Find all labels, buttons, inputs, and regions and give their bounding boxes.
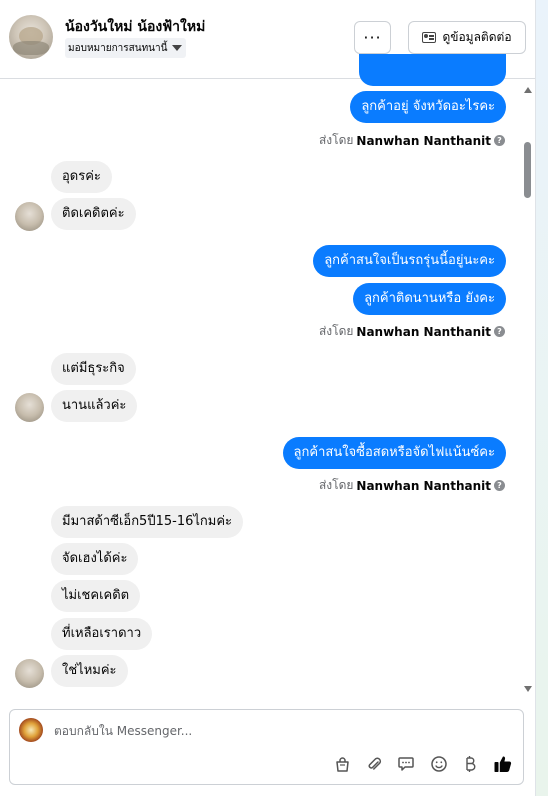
message-bubble-incoming: ไม่เชคเคดิต [51,580,141,612]
help-icon[interactable]: ? [494,326,505,337]
sent-by-prefix: ส่งโดย [318,478,354,492]
message-bubble-outgoing: ลูกค้าติดนานหรือ ยังคะ [353,283,506,315]
message-bubble-incoming: ใช่ไหมค่ะ [51,655,128,687]
assign-conversation-dropdown[interactable]: มอบหมายการสนทนานี้ [65,38,187,58]
paperclip-icon[interactable] [364,754,384,774]
reply-composer [9,709,524,785]
window-edge [535,0,548,796]
contact-card-icon [422,32,437,43]
scrollbar-thumb[interactable] [524,142,531,198]
message-bubble-outgoing: ลูกค้าสนใจเป็นรถรุ่นนี้อยู่นะคะ [313,245,506,277]
message-bubble-outgoing: ลูกค้าสนใจซื้อสดหรือจัดไฟแน้นซ์คะ [282,437,506,469]
scroll-down-arrow-icon[interactable] [524,686,532,692]
speech-bubble-icon[interactable] [396,754,416,774]
message-bubble-incoming: ติดเคดิตค่ะ [51,198,136,230]
sent-by-prefix: ส่งโดย [318,133,354,147]
page-avatar[interactable] [9,15,53,59]
message-bubble-incoming: แต่มีธุระกิจ [51,353,136,385]
view-contact-button[interactable]: ดูข้อมูลติดต่อ [408,21,526,54]
sender-name[interactable]: Nanwhan Nanthanit [356,134,491,148]
sender-name[interactable]: Nanwhan Nanthanit [356,479,491,493]
reply-input[interactable] [54,722,504,740]
thumbs-up-icon[interactable] [493,754,513,774]
chevron-down-icon [172,45,183,51]
baht-icon[interactable] [460,754,480,774]
view-contact-label: ดูข้อมูลติดต่อ [442,30,512,44]
page-name[interactable]: น้องวันใหม่ น้องฟ้าใหม่ [65,16,205,38]
message-bubble-incoming: นานแล้วค่ะ [51,390,138,422]
sent-by-line: ส่งโดย Nanwhan Nanthanit ? [319,476,505,495]
message-bubble-incoming: จัดเฮงได้ค่ะ [51,543,139,575]
customer-avatar [15,202,44,231]
sender-name[interactable]: Nanwhan Nanthanit [356,325,491,339]
message-bubble-incoming: ที่เหลือเราดาว [51,618,153,650]
help-icon[interactable]: ? [494,480,505,491]
sent-by-line: ส่งโดย Nanwhan Nanthanit ? [319,322,505,341]
assign-label: มอบหมายการสนทนานี้ [68,42,168,54]
message-bubble-incoming: มีมาสด้าซีเอ็ก5ปี15-16ไกมค่ะ [51,506,244,538]
help-icon[interactable]: ? [494,135,505,146]
message-bubble-outgoing: ลูกค้าอยู่ จังหวัดอะไรคะ [350,91,506,123]
more-options-button[interactable]: ··· [354,21,391,54]
sent-by-prefix: ส่งโดย [318,324,354,338]
page-avatar-small [19,718,43,742]
scroll-up-arrow-icon[interactable] [524,87,532,93]
emoji-icon[interactable] [429,754,449,774]
customer-avatar [15,659,44,688]
customer-avatar [15,393,44,422]
message-bubble-incoming: อุดรค่ะ [51,161,112,193]
thread-scrollbar[interactable] [521,79,535,699]
shopping-bag-icon[interactable] [332,754,352,774]
sent-by-line: ส่งโดย Nanwhan Nanthanit ? [319,131,505,150]
message-bubble-clipped [359,54,506,86]
